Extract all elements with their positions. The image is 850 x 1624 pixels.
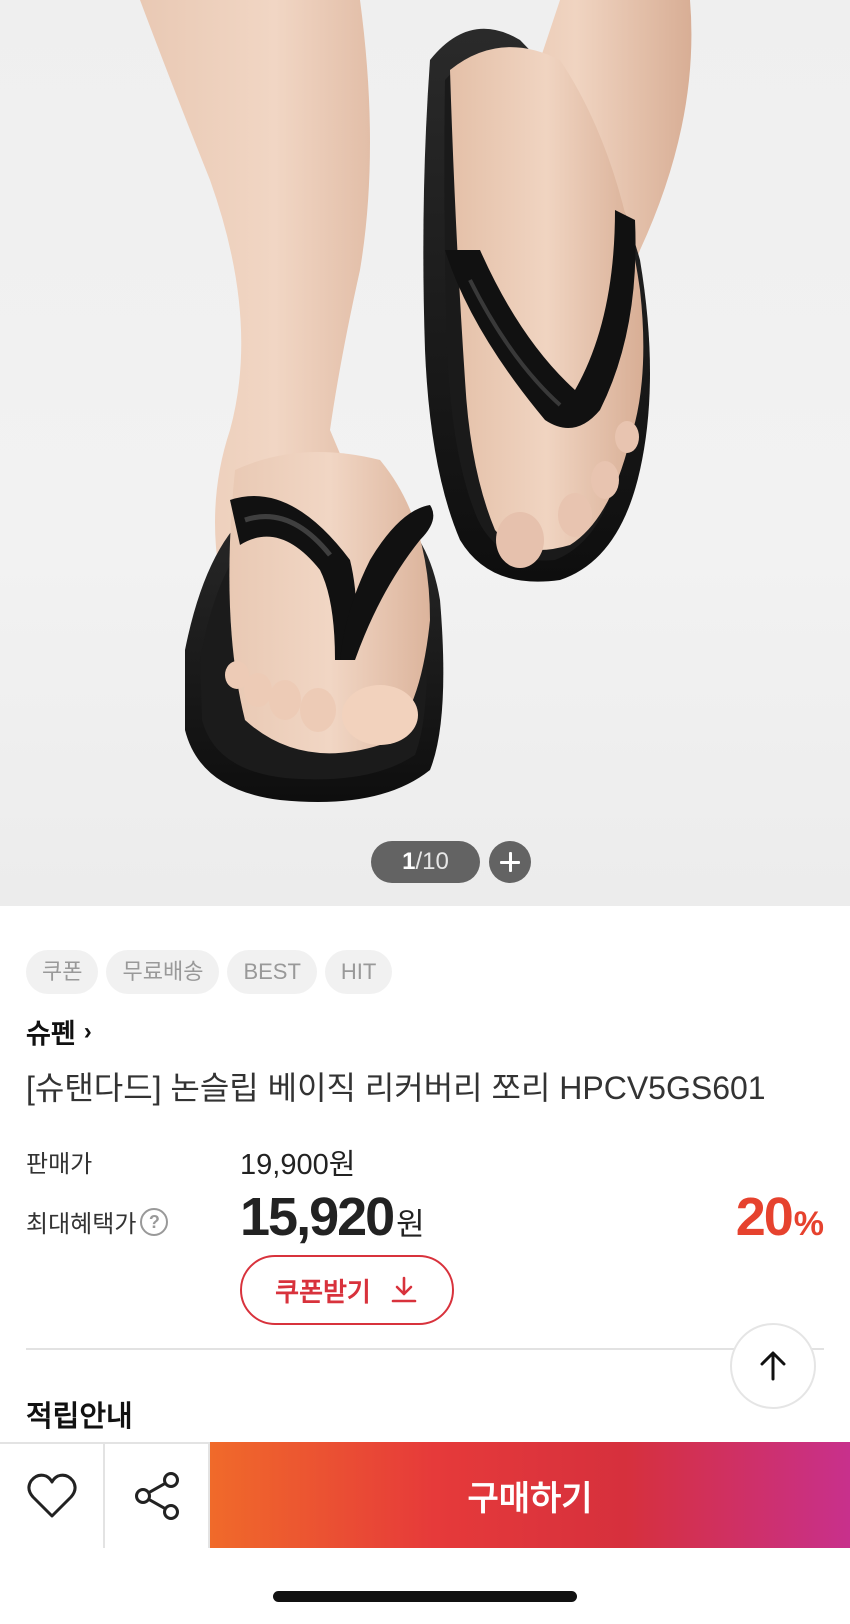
max-benefit-price: 15,920 원 [240,1186,425,1248]
discount-rate-unit: % [793,1205,824,1243]
buy-button[interactable]: 구매하기 [210,1442,850,1548]
share-icon [134,1472,179,1520]
discount-rate-value: 20 [735,1187,794,1247]
badge-coupon: 쿠폰 [26,950,99,994]
max-benefit-price-value: 15,920 [240,1187,395,1247]
get-coupon-button[interactable]: 쿠폰받기 [240,1255,454,1325]
product-title: [슈탠다드] 논슬립 베이직 리커버리 쪼리 HPCV5GS601 [26,1070,766,1106]
question-circle-icon[interactable]: ? [140,1207,169,1236]
image-counter: 1/10 [371,841,480,883]
max-benefit-label-row: 최대혜택가 ? [26,1204,169,1239]
sale-price-value: 19,900원 [240,1149,356,1181]
badge-best: BEST [227,950,317,994]
product-photo [140,0,692,802]
chevron-right-icon: › [83,1017,92,1045]
sale-price-label: 판매가 [26,1151,93,1178]
home-indicator [273,1591,577,1602]
get-coupon-label: 쿠폰받기 [275,1276,371,1307]
bottom-action-bar: 구매하기 [0,1442,850,1548]
brand-name: 슈펜 [26,1019,76,1049]
heart-icon [26,1473,77,1518]
product-image-carousel[interactable]: 1/10 [0,0,850,906]
brand-link[interactable]: 슈펜 › [26,1012,92,1051]
image-counter-current: 1 [402,848,416,875]
discount-rate: 20 % [736,1186,824,1248]
download-icon [391,1276,417,1303]
badge-free-shipping: 무료배송 [106,950,220,994]
max-benefit-price-unit: 원 [396,1207,425,1242]
max-benefit-label: 최대혜택가 [26,1211,137,1238]
zoom-plus-icon[interactable] [489,841,531,883]
wishlist-button[interactable] [0,1444,105,1548]
share-button[interactable] [105,1444,210,1548]
image-counter-total: 10 [422,848,449,875]
scroll-to-top-button[interactable] [730,1323,816,1409]
badge-hit: HIT [324,950,393,994]
section-divider [26,1348,824,1350]
arrow-up-icon [760,1351,786,1381]
product-detail-page: 1/10 쿠폰 무료배송 BEST HIT 슈펜 › [슈탠다드] 논슬립 베이… [0,0,850,1624]
reward-info-title: 적립안내 [26,1401,133,1433]
product-badges: 쿠폰 무료배송 BEST HIT [26,950,393,994]
